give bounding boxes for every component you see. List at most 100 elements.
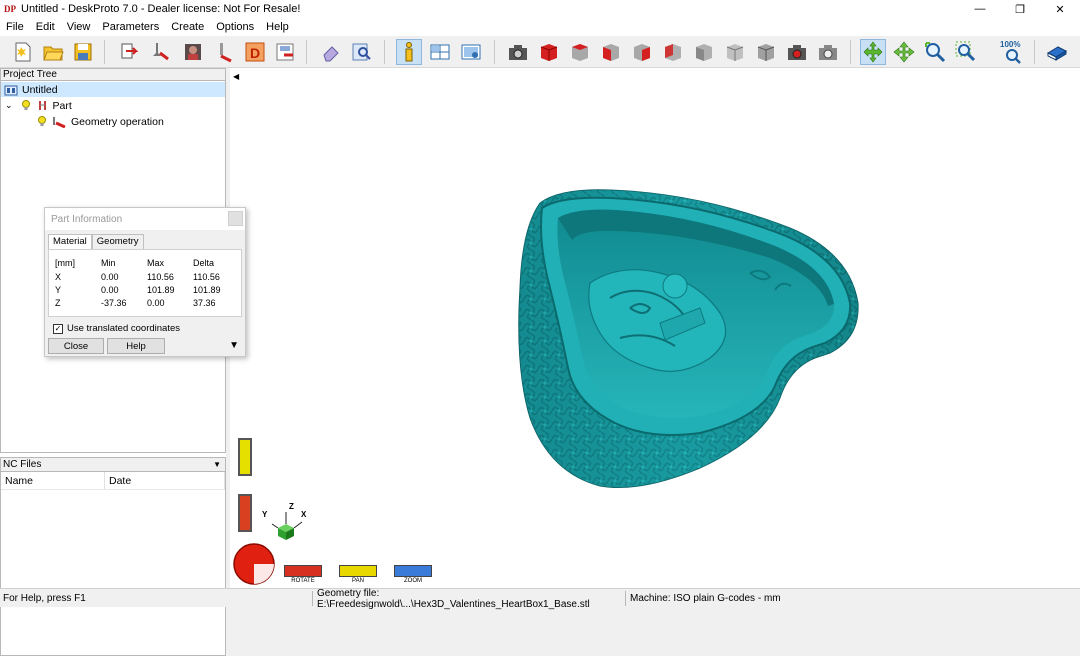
- main-toolbar: D 100%: [0, 36, 1080, 68]
- erase-icon[interactable]: [318, 39, 344, 65]
- expand-dialog-icon[interactable]: ▼: [229, 340, 239, 351]
- rotate-view-icon[interactable]: [860, 39, 886, 65]
- minimize-button[interactable]: —: [960, 0, 1000, 18]
- view-left-icon[interactable]: [691, 39, 717, 65]
- window-controls: — ❐ ✕: [960, 0, 1080, 18]
- view-front-icon[interactable]: [598, 39, 624, 65]
- tree-item-project[interactable]: Untitled: [1, 82, 225, 97]
- dialog-title-bar[interactable]: Part Information: [45, 208, 245, 230]
- min-cell: -37.36: [101, 298, 127, 308]
- render-camera-icon[interactable]: [784, 39, 810, 65]
- view-wire-icon[interactable]: [753, 39, 779, 65]
- close-button[interactable]: Close: [48, 338, 104, 354]
- camera-icon[interactable]: [505, 39, 531, 65]
- axis-y-label: Y: [262, 510, 268, 519]
- close-window-button[interactable]: ✕: [1040, 0, 1080, 18]
- menu-create[interactable]: Create: [165, 21, 210, 33]
- tree-item-part[interactable]: ⌄ Part: [1, 98, 72, 113]
- axis-cell: Z: [55, 298, 61, 308]
- pan-label: PAN: [352, 578, 364, 584]
- status-bar: For Help, press F1 Geometry file: E:\Fre…: [0, 587, 1080, 610]
- svg-text:D: D: [250, 45, 260, 61]
- table-row: X 0.00 110.56 110.56: [55, 272, 235, 284]
- layout-views-icon[interactable]: [427, 39, 453, 65]
- window-view-icon[interactable]: [458, 39, 484, 65]
- help-book-icon[interactable]: [1044, 39, 1070, 65]
- dimensions-table: [mm] Min Max Delta X 0.00 110.56 110.56 …: [48, 249, 242, 317]
- header-max: Max: [147, 258, 165, 268]
- 3d-viewport[interactable]: ◀ Z Y X ROTATE PAN ZOOM: [230, 68, 1080, 588]
- column-name[interactable]: Name: [1, 472, 105, 489]
- save-icon[interactable]: [70, 39, 96, 65]
- dialog-close-icon[interactable]: [228, 211, 243, 226]
- menu-view[interactable]: View: [61, 21, 97, 33]
- zoom-window-icon[interactable]: [953, 39, 979, 65]
- red-slider[interactable]: [238, 494, 252, 532]
- tree-item-label: Part: [52, 99, 72, 112]
- header-unit: [mm]: [55, 258, 75, 268]
- tree-item-label: Geometry operation: [71, 115, 164, 128]
- snapshot-icon[interactable]: [815, 39, 841, 65]
- nc-files-header: NC Files ▼: [1, 458, 225, 472]
- translated-coordinates-option: ✓ Use translated coordinates: [53, 322, 180, 335]
- menu-file[interactable]: File: [0, 21, 30, 33]
- help-button[interactable]: Help: [107, 338, 165, 354]
- tab-geometry[interactable]: Geometry: [91, 234, 144, 249]
- delta-cell: 37.36: [193, 298, 216, 308]
- table-row: Y 0.00 101.89 101.89: [55, 285, 235, 297]
- part-parameters-icon[interactable]: [148, 39, 174, 65]
- zoom-in-icon[interactable]: [922, 39, 948, 65]
- view-back-icon[interactable]: [660, 39, 686, 65]
- nc-files-title: NC Files: [3, 459, 42, 470]
- part-icon: [38, 100, 46, 110]
- tree-item-label: Untitled: [22, 83, 58, 96]
- menu-options[interactable]: Options: [210, 21, 260, 33]
- max-cell: 101.89: [147, 285, 175, 295]
- expand-chevron-icon[interactable]: ⌄: [5, 100, 13, 111]
- dialog-tabs: Material Geometry: [48, 234, 144, 249]
- pan-view-icon[interactable]: [891, 39, 917, 65]
- axis-cell: Y: [55, 285, 62, 295]
- view-bottom-icon[interactable]: [722, 39, 748, 65]
- pan-button[interactable]: [339, 565, 377, 577]
- yellow-slider[interactable]: [238, 438, 252, 476]
- axis-z-label: Z: [289, 502, 294, 511]
- app-logo-icon: DP: [4, 4, 16, 14]
- tool-icon[interactable]: [212, 39, 238, 65]
- view-right-icon[interactable]: [629, 39, 655, 65]
- translated-coordinates-checkbox[interactable]: ✓: [53, 323, 63, 334]
- menu-help[interactable]: Help: [260, 21, 295, 33]
- save-nc-icon[interactable]: [272, 39, 298, 65]
- dialog-title: Part Information: [51, 213, 123, 225]
- zoom-100-icon[interactable]: 100%: [998, 39, 1028, 65]
- status-geometry-file: Geometry file: E:\Freedesignwold\...\Hex…: [317, 587, 590, 610]
- header-delta: Delta: [193, 258, 215, 268]
- view-top-icon[interactable]: [567, 39, 593, 65]
- open-folder-icon[interactable]: [40, 39, 66, 65]
- rotate-dial-icon[interactable]: [232, 542, 276, 586]
- dropdown-arrow-icon[interactable]: ▼: [213, 458, 221, 471]
- operation-icon: [53, 116, 66, 128]
- new-project-icon[interactable]: [10, 39, 36, 65]
- menu-parameters[interactable]: Parameters: [96, 21, 165, 33]
- rotate-button[interactable]: [284, 565, 322, 577]
- zoom-button[interactable]: [394, 565, 432, 577]
- drawing-icon[interactable]: D: [242, 39, 268, 65]
- restore-button[interactable]: ❐: [1000, 0, 1040, 18]
- status-machine: Machine: ISO plain G-codes - mm: [630, 593, 781, 604]
- import-geometry-icon[interactable]: [116, 39, 142, 65]
- bitmap-icon[interactable]: [180, 39, 206, 65]
- zoom-percent-label: 100%: [1000, 40, 1020, 49]
- checkbox-label: Use translated coordinates: [67, 323, 181, 334]
- tab-material[interactable]: Material: [48, 234, 92, 249]
- project-tree-header: Project Tree: [0, 68, 226, 81]
- menu-edit[interactable]: Edit: [30, 21, 61, 33]
- title-bar: DP Untitled - DeskProto 7.0 - Dealer lic…: [0, 0, 1080, 18]
- view-iso-icon[interactable]: [536, 39, 562, 65]
- visibility-bulb-icon[interactable]: [21, 99, 31, 112]
- visibility-bulb-icon[interactable]: [37, 115, 47, 128]
- inspect-icon[interactable]: [348, 39, 374, 65]
- column-date[interactable]: Date: [105, 472, 225, 489]
- tree-item-geometry-operation[interactable]: Geometry operation: [1, 114, 164, 129]
- part-info-icon[interactable]: [396, 39, 422, 65]
